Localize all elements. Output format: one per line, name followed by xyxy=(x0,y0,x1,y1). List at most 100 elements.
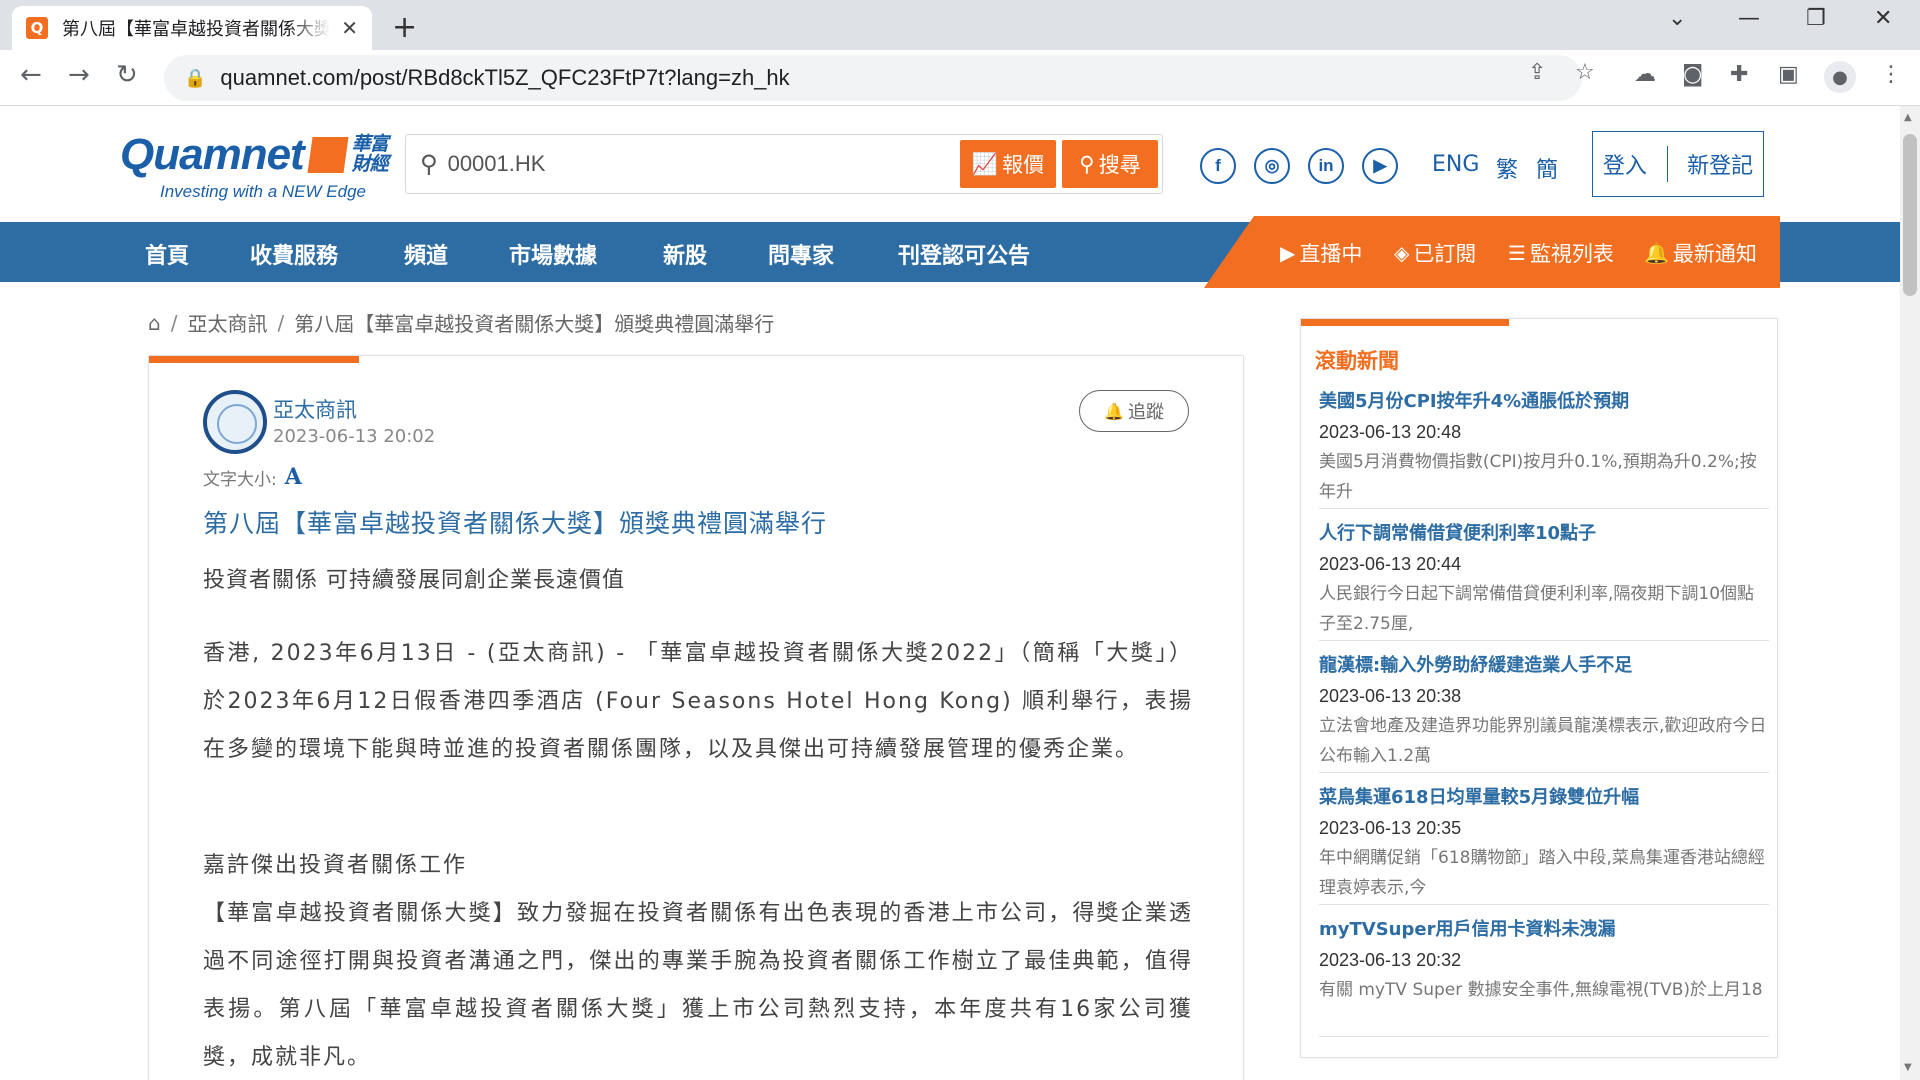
font-size-icon[interactable]: A xyxy=(285,464,302,490)
search-icon: ⚲ xyxy=(420,150,438,178)
author-avatar[interactable] xyxy=(203,390,267,454)
nav-market-data[interactable]: 市場數據 xyxy=(509,238,597,270)
main-nav: 首頁 收費服務 頻道 市場數據 新股 問專家 刊登認可公告 ▶ 直播中 ◈ 已訂… xyxy=(0,216,1900,288)
news-title[interactable]: 菜鳥集運618日均單量較5月錄雙位升幅 xyxy=(1319,783,1769,813)
login-link[interactable]: 登入 xyxy=(1603,148,1647,180)
rss-icon: ◈ xyxy=(1394,241,1410,265)
nav-home[interactable]: 首頁 xyxy=(145,238,189,270)
chart-icon: 📈 xyxy=(971,151,999,176)
camera-icon[interactable]: ◙ xyxy=(1682,62,1703,87)
browser-tab-strip: Q 第八屆【華富卓越投資者關係大獎】頒獎典禮圓滿舉行 ✕ + ⌄ — ❐ ✕ xyxy=(0,0,1920,50)
bell-icon: 🔔 xyxy=(1644,241,1669,265)
breadcrumb: ⌂ / 亞太商訊 / 第八屆【華富卓越投資者關係大獎】頒獎典禮圓滿舉行 xyxy=(148,308,774,337)
news-title[interactable]: myTVSuper用戶信用卡資料未洩漏 xyxy=(1319,915,1769,945)
url-text: quamnet.com/post/RBd8ckTl5Z_QFC23FtP7t?l… xyxy=(220,65,790,90)
quote-button[interactable]: 📈 報價 xyxy=(960,140,1056,188)
quamnet-logo[interactable]: Quamnet 華富財經 Investing with a NEW Edge xyxy=(120,130,396,202)
news-item[interactable]: 菜鳥集運618日均單量較5月錄雙位升幅 2023-06-13 20:35 年中網… xyxy=(1319,783,1769,905)
linkedin-icon[interactable]: in xyxy=(1308,148,1344,184)
author-name[interactable]: 亞太商訊 xyxy=(273,394,357,424)
nav-channels[interactable]: 頻道 xyxy=(404,238,448,270)
side-panel-icon[interactable]: ▣ xyxy=(1778,62,1799,87)
instagram-icon[interactable]: ◎ xyxy=(1254,148,1290,184)
nav-announcements[interactable]: 刊登認可公告 xyxy=(898,238,1030,270)
scroll-up-arrow-icon[interactable]: ▲ xyxy=(1904,112,1912,123)
tab-close-icon[interactable]: ✕ xyxy=(341,16,358,40)
breadcrumb-section[interactable]: 亞太商訊 xyxy=(187,308,267,337)
browser-toolbar: ← → ↻ 🔒 quamnet.com/post/RBd8ckTl5Z_QFC2… xyxy=(0,50,1920,106)
profile-avatar-icon[interactable]: ● xyxy=(1824,61,1856,93)
tab-search-chevron-icon[interactable]: ⌄ xyxy=(1668,6,1686,31)
restore-icon[interactable]: ❐ xyxy=(1806,6,1826,31)
sidebar-accent-bar xyxy=(1301,319,1509,326)
nav-watchlist[interactable]: ☰ 監視列表 xyxy=(1508,238,1614,268)
scroll-thumb[interactable] xyxy=(1903,134,1917,296)
search-input[interactable] xyxy=(447,151,968,177)
news-desc: 立法會地產及建造界功能界別議員龍漢標表示,歡迎政府今日公布輸入1.2萬 xyxy=(1319,716,1767,766)
logo-tagline: Investing with a NEW Edge xyxy=(160,182,366,201)
post-date: 2023-06-13 20:02 xyxy=(273,426,436,447)
article-card: 亞太商訊 2023-06-13 20:02 🔔 追蹤 文字大小: A 第八屆【華… xyxy=(148,355,1244,1080)
follow-button[interactable]: 🔔 追蹤 xyxy=(1079,390,1189,432)
rolling-news-panel: 滾動新聞 美國5月份CPI按年升4%通脹低於預期 2023-06-13 20:4… xyxy=(1300,318,1778,1058)
new-tab-plus-icon[interactable]: + xyxy=(392,10,417,45)
news-time: 2023-06-13 20:44 xyxy=(1319,554,1462,574)
news-item[interactable]: myTVSuper用戶信用卡資料未洩漏 2023-06-13 20:32 有關 … xyxy=(1319,915,1769,1037)
news-item[interactable]: 人行下調常備借貸便利利率10點子 2023-06-13 20:44 人民銀行今日… xyxy=(1319,519,1769,641)
page-scrollbar[interactable]: ▲ ▼ xyxy=(1900,106,1920,1080)
list-icon: ☰ xyxy=(1508,241,1526,265)
news-item[interactable]: 美國5月份CPI按年升4%通脹低於預期 2023-06-13 20:48 美國5… xyxy=(1319,387,1769,509)
nav-subscribed[interactable]: ◈ 已訂閱 xyxy=(1394,238,1476,268)
extension-cloud-icon[interactable]: ☁ xyxy=(1634,62,1656,87)
news-title[interactable]: 龍漢標:輸入外勞助紓緩建造業人手不足 xyxy=(1319,651,1769,681)
search-button-icon: ⚲ xyxy=(1079,152,1095,176)
nav-ask-expert[interactable]: 問專家 xyxy=(768,238,834,270)
news-item[interactable]: 龍漢標:輸入外勞助紓緩建造業人手不足 2023-06-13 20:38 立法會地… xyxy=(1319,651,1769,773)
share-icon[interactable]: ⇪ xyxy=(1528,60,1546,85)
minimize-icon[interactable]: — xyxy=(1738,6,1760,31)
news-title[interactable]: 人行下調常備借貸便利利率10點子 xyxy=(1319,519,1769,549)
news-title[interactable]: 美國5月份CPI按年升4%通脹低於預期 xyxy=(1319,387,1769,417)
news-desc: 有關 myTV Super 數據安全事件,無線電視(TVB)於上月18 xyxy=(1319,980,1763,1000)
logo-mark-icon xyxy=(307,137,349,173)
puzzle-extensions-icon[interactable]: ✚ xyxy=(1730,62,1748,87)
lang-simplified-link[interactable]: 簡 xyxy=(1536,152,1558,184)
scroll-down-arrow-icon[interactable]: ▼ xyxy=(1904,1062,1912,1073)
font-size-label: 文字大小: xyxy=(203,469,277,490)
back-arrow-icon[interactable]: ← xyxy=(20,60,42,90)
search-bar: ⚲ 📈 報價 ⚲ 搜尋 xyxy=(405,134,1163,194)
font-size-control: 文字大小: A xyxy=(203,464,302,490)
breadcrumb-current: 第八屆【華富卓越投資者關係大獎】頒獎典禮圓滿舉行 xyxy=(294,312,775,336)
tab-title: 第八屆【華富卓越投資者關係大獎】頒獎典禮圓滿舉行 xyxy=(62,19,330,40)
article-section-heading: 嘉許傑出投資者關係工作 xyxy=(203,853,468,878)
news-desc: 美國5月消費物價指數(CPI)按月升0.1%,預期為升0.2%;按年升 xyxy=(1319,452,1757,502)
home-icon[interactable]: ⌂ xyxy=(148,311,161,335)
bookmark-star-icon[interactable]: ☆ xyxy=(1575,60,1595,85)
close-window-icon[interactable]: ✕ xyxy=(1874,6,1892,31)
search-button[interactable]: ⚲ 搜尋 xyxy=(1062,140,1158,188)
register-link[interactable]: 新登記 xyxy=(1687,148,1753,180)
nav-notifications[interactable]: 🔔 最新通知 xyxy=(1644,238,1757,268)
lang-traditional-link[interactable]: 繁 xyxy=(1496,152,1518,184)
nav-paid-services[interactable]: 收費服務 xyxy=(250,238,338,270)
nav-live[interactable]: ▶ 直播中 xyxy=(1280,238,1362,268)
lang-eng-link[interactable]: ENG xyxy=(1432,152,1479,177)
forward-arrow-icon[interactable]: → xyxy=(68,60,90,90)
browser-tab[interactable]: Q 第八屆【華富卓越投資者關係大獎】頒獎典禮圓滿舉行 ✕ xyxy=(12,6,372,50)
article-accent-bar xyxy=(149,356,359,363)
more-menu-icon[interactable]: ⋮ xyxy=(1880,62,1902,87)
article-paragraph: 香港, 2023年6月13日 - (亞太商訊) - 「華富卓越投資者關係大獎20… xyxy=(203,641,1193,762)
site-header: Quamnet 華富財經 Investing with a NEW Edge ⚲… xyxy=(0,106,1900,222)
play-icon: ▶ xyxy=(1280,241,1296,265)
address-bar[interactable]: 🔒 quamnet.com/post/RBd8ckTl5Z_QFC23FtP7t… xyxy=(164,55,1582,101)
youtube-icon[interactable]: ▶ xyxy=(1362,148,1398,184)
lock-icon: 🔒 xyxy=(184,67,207,89)
facebook-icon[interactable]: f xyxy=(1200,148,1236,184)
news-desc: 年中網購促銷「618購物節」踏入中段,菜鳥集運香港站總經理袁婷表示,今 xyxy=(1319,848,1765,898)
reload-icon[interactable]: ↻ xyxy=(116,60,138,90)
login-register-box: 登入 新登記 xyxy=(1592,131,1764,197)
article-paragraph: 【華富卓越投資者關係大獎】致力發掘在投資者關係有出色表現的香港上市公司，得獎企業… xyxy=(203,901,1193,1070)
nav-ipo[interactable]: 新股 xyxy=(663,238,707,270)
nav-user-panel: ▶ 直播中 ◈ 已訂閱 ☰ 監視列表 🔔 最新通知 xyxy=(1204,216,1780,288)
news-time: 2023-06-13 20:38 xyxy=(1319,686,1462,706)
